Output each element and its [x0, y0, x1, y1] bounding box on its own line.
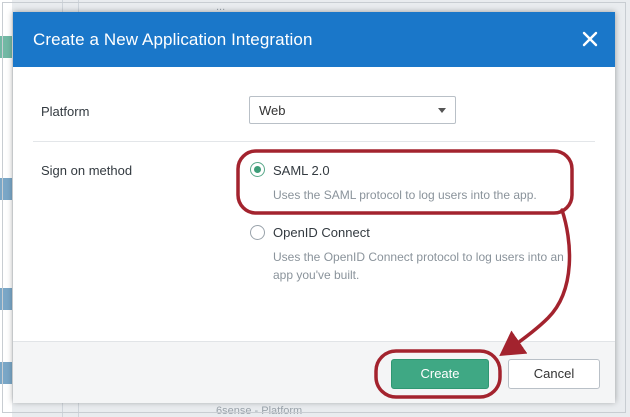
dialog-title: Create a New Application Integration	[33, 30, 313, 49]
create-app-integration-dialog: Create a New Application Integration Pla…	[13, 12, 615, 403]
sign-on-method-label: Sign on method	[41, 163, 133, 178]
create-button[interactable]: Create	[391, 359, 489, 389]
chevron-down-icon	[438, 108, 446, 113]
openid-connect-radio[interactable]	[250, 225, 265, 240]
platform-select[interactable]: Web	[249, 96, 456, 124]
close-icon	[582, 31, 598, 47]
cancel-button[interactable]: Cancel	[508, 359, 600, 389]
platform-label: Platform	[41, 104, 90, 119]
platform-select-value: Web	[259, 103, 286, 118]
dialog-header: Create a New Application Integration	[13, 12, 615, 67]
divider	[33, 141, 595, 142]
saml-radio[interactable]	[250, 162, 265, 177]
openid-connect-radio-label[interactable]: OpenID Connect	[273, 225, 370, 240]
openid-connect-description: Uses the OpenID Connect protocol to log …	[273, 250, 564, 282]
saml-description: Uses the SAML protocol to log users into…	[273, 188, 537, 202]
close-button[interactable]	[579, 28, 601, 50]
saml-radio-label[interactable]: SAML 2.0	[273, 163, 330, 178]
